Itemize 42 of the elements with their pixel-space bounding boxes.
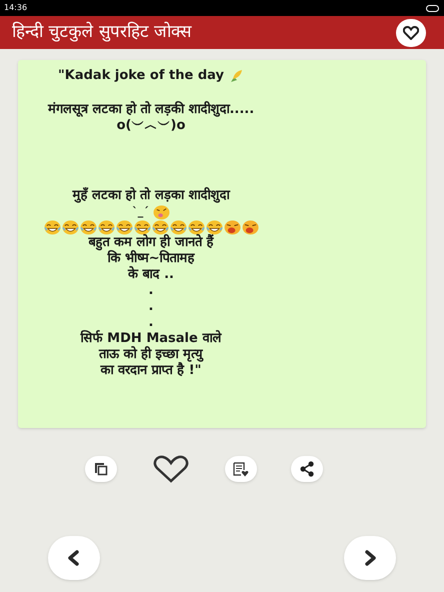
favorite-button[interactable] [151, 454, 191, 484]
share-icon [299, 461, 315, 477]
laughing-face-icon [62, 220, 78, 235]
save-note-button[interactable] [225, 456, 257, 482]
laughing-face-icon [44, 220, 60, 235]
laughing-face-icon [188, 220, 204, 235]
laughing-face-icon [152, 220, 168, 235]
note-heart-icon [233, 462, 249, 476]
copy-icon [94, 462, 108, 476]
tongue-face-icon [152, 204, 170, 220]
heart-icon [403, 26, 419, 40]
laughing-face-icon [206, 220, 222, 235]
previous-button[interactable] [48, 536, 100, 580]
emoticon-text: ˋ_ˊ [132, 204, 149, 220]
laughing-face-icon [116, 220, 132, 235]
joke-line: o(︶︿︶)o [116, 118, 186, 134]
heart-icon [153, 455, 189, 483]
next-button[interactable] [344, 536, 396, 580]
joke-line: मंगलसूत्र लटका हो तो लड़की शादीशुदा..... [46, 102, 256, 118]
joke-line: . [148, 299, 154, 315]
copy-button[interactable] [85, 456, 117, 482]
joke-line: सिर्फ MDH Masale वाले [79, 331, 223, 346]
joke-line: . [148, 315, 154, 331]
laughing-face-icon [170, 220, 186, 235]
joke-line: ताऊ को ही इच्छा मृत्यु [98, 347, 204, 362]
joke-line: बहुत कम लोग ही जानते हैं [87, 235, 215, 250]
status-time: 14:36 [4, 2, 28, 14]
joke-line: कि भीष्म~पितामह [107, 251, 196, 266]
laughing-face-icon [134, 220, 150, 235]
favorites-button[interactable] [396, 18, 426, 46]
crying-face-icon [224, 220, 240, 235]
app-title: हिन्दी चुटकुले सुपरहिट जोक्स [12, 20, 192, 44]
laughing-face-icon [98, 220, 114, 235]
laughing-face-icon [80, 220, 96, 235]
joke-line: का वरदान प्राप्त है !" [99, 363, 202, 379]
crying-face-icon [242, 220, 258, 235]
joke-line: के बाद .. [126, 267, 175, 283]
joke-line: मुहँ लटका हो तो लड़का शादीशुदा [71, 188, 232, 204]
joke-title: "Kadak joke of the day [58, 68, 224, 84]
share-button[interactable] [291, 456, 323, 482]
joke-line: . [148, 283, 154, 299]
battery-icon [426, 4, 440, 12]
